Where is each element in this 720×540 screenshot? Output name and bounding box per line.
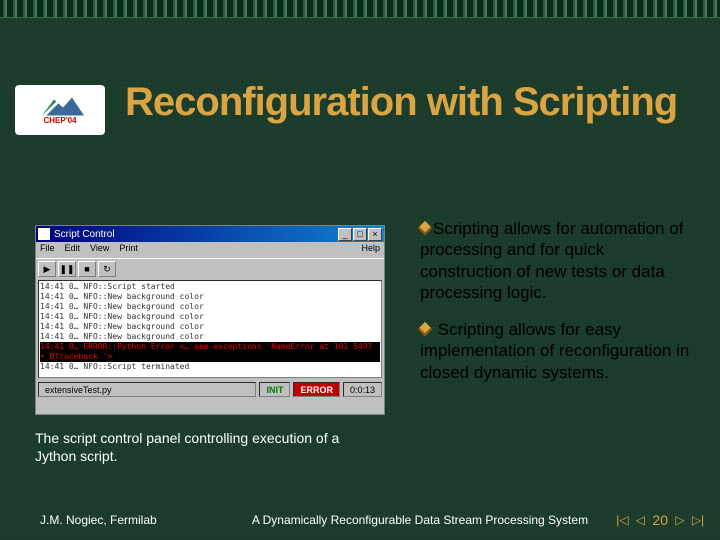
bullet-list: Scripting allows for automation of proce… bbox=[420, 218, 700, 399]
status-bar: extensiveTest.py INIT ERROR 0:0:13 bbox=[36, 380, 384, 398]
status-file: extensiveTest.py bbox=[38, 382, 256, 397]
menu-print: Print bbox=[119, 243, 138, 257]
log-line: 14:41 0… NFO::Script terminated bbox=[40, 362, 380, 372]
chep-logo: CHEP'04 bbox=[15, 85, 105, 135]
footer-author: J.M. Nogiec, Fermilab bbox=[0, 513, 240, 527]
close-icon: × bbox=[368, 228, 382, 241]
log-line: 14:41 0… NFO::New background color bbox=[40, 292, 380, 302]
screenshot-caption: The script control panel controlling exe… bbox=[35, 430, 365, 465]
next-slide-icon[interactable]: ▷ bbox=[672, 512, 688, 528]
pause-icon: ❚❚ bbox=[58, 261, 76, 277]
log-line: 14:41 0… NFO::Script started bbox=[40, 282, 380, 292]
play-icon: ▶ bbox=[38, 261, 56, 277]
status-error: ERROR bbox=[293, 382, 340, 397]
log-line: 14:41 0… NFO::New background color bbox=[40, 322, 380, 332]
window-titlebar: Script Control _ □ × bbox=[36, 226, 384, 242]
menu-help: Help bbox=[361, 243, 380, 257]
menu-bar: File Edit View Print Help bbox=[36, 242, 384, 258]
stop-icon: ■ bbox=[78, 261, 96, 277]
window-icon bbox=[38, 228, 50, 240]
minimize-icon: _ bbox=[338, 228, 352, 241]
menu-file: File bbox=[40, 243, 55, 257]
decorative-top-strip bbox=[0, 0, 720, 18]
window-title-text: Script Control bbox=[54, 229, 115, 240]
footer: J.M. Nogiec, Fermilab A Dynamically Reco… bbox=[0, 512, 720, 528]
log-line: 14:41 0… NFO::New background color bbox=[40, 312, 380, 322]
script-control-screenshot: Script Control _ □ × File Edit View Prin… bbox=[35, 225, 385, 415]
log-line: 14:41 0… NFO::New background color bbox=[40, 302, 380, 312]
log-line: 14:41 0… NFO::New background color bbox=[40, 332, 380, 342]
status-init: INIT bbox=[259, 382, 290, 397]
logo-label: CHEP'04 bbox=[43, 116, 76, 125]
log-line-error: 14:41 0… ERROR::Python Error <… see exce… bbox=[40, 342, 380, 362]
prev-slide-icon[interactable]: ◁ bbox=[632, 512, 648, 528]
bullet-text: Scripting allows for easy implementation… bbox=[420, 320, 689, 382]
bullet-item: Scripting allows for automation of proce… bbox=[420, 218, 700, 303]
bullet-icon bbox=[418, 221, 432, 235]
bullet-item: Scripting allows for easy implementation… bbox=[420, 319, 700, 383]
bullet-text: Scripting allows for automation of proce… bbox=[420, 219, 683, 302]
log-area: 14:41 0… NFO::Script started 14:41 0… NF… bbox=[38, 280, 382, 378]
footer-title: A Dynamically Reconfigurable Data Stream… bbox=[240, 513, 600, 527]
page-number: 20 bbox=[650, 512, 670, 528]
last-slide-icon[interactable]: ▷| bbox=[690, 512, 706, 528]
slide-nav: |◁ ◁ 20 ▷ ▷| bbox=[600, 512, 720, 528]
status-time: 0:0:13 bbox=[343, 382, 382, 397]
refresh-icon: ↻ bbox=[98, 261, 116, 277]
menu-edit: Edit bbox=[65, 243, 81, 257]
maximize-icon: □ bbox=[353, 228, 367, 241]
toolbar: ▶ ❚❚ ■ ↻ bbox=[36, 258, 384, 278]
menu-view: View bbox=[90, 243, 109, 257]
first-slide-icon[interactable]: |◁ bbox=[614, 512, 630, 528]
bullet-icon bbox=[418, 322, 432, 336]
slide-title: Reconfiguration with Scripting bbox=[125, 80, 677, 125]
